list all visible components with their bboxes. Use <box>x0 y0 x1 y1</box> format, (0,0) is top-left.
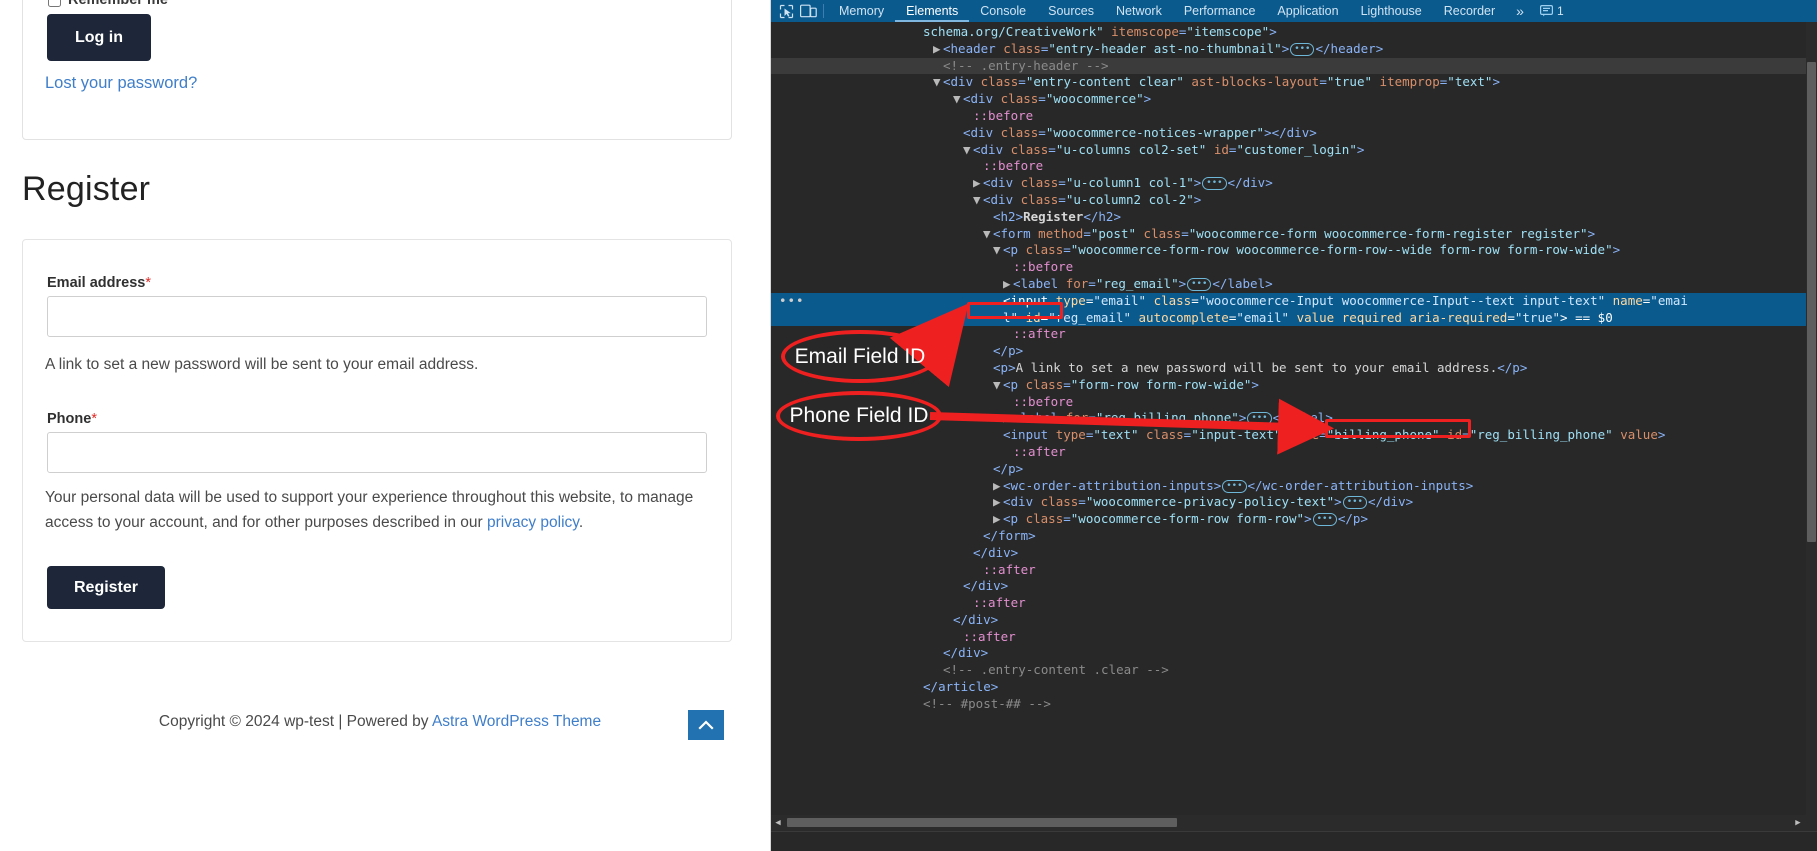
dom-tree[interactable]: schema.org/CreativeWork" itemscope="item… <box>771 22 1817 815</box>
privacy-policy-link[interactable]: privacy policy <box>487 514 579 531</box>
scroll-to-top-button[interactable] <box>688 710 724 740</box>
dom-tree-line[interactable]: schema.org/CreativeWork" itemscope="item… <box>771 24 1817 41</box>
dom-tree-line[interactable]: </p> <box>771 343 1817 360</box>
login-button[interactable]: Log in <box>47 14 151 61</box>
devtools-body: schema.org/CreativeWork" itemscope="item… <box>771 22 1817 815</box>
devtools-tab-recorder[interactable]: Recorder <box>1433 0 1506 22</box>
issues-count: 1 <box>1556 4 1564 18</box>
dom-tree-line[interactable]: </article> <box>771 679 1817 696</box>
astra-theme-link[interactable]: Astra WordPress Theme <box>432 713 601 730</box>
dom-tree-line[interactable]: ::before <box>771 259 1817 276</box>
wordpress-page-panel: Remember me Log in Lost your password? R… <box>0 0 771 851</box>
dom-tree-line[interactable]: ▼ <p class="woocommerce-form-row woocomme… <box>771 242 1817 259</box>
dom-tree-line[interactable]: ::after <box>771 444 1817 461</box>
remember-me-label: Remember me <box>68 0 168 8</box>
devtools-status-bar <box>771 831 1817 851</box>
dom-tree-line[interactable]: ▶ <label for="reg_email"> ••• </label> <box>771 276 1817 293</box>
page-title-register: Register <box>22 170 151 208</box>
hscrollbar-thumb[interactable] <box>787 818 1177 827</box>
screenshot-root: Remember me Log in Lost your password? R… <box>0 0 1817 851</box>
dom-tree-vertical-scrollbar[interactable] <box>1806 22 1817 815</box>
dom-tree-line[interactable]: </form> <box>771 528 1817 545</box>
scroll-right-arrow[interactable]: ▶ <box>1791 815 1805 831</box>
dom-tree-line[interactable]: ▶ <label for="reg_billing_phone"> ••• </lab… <box>771 410 1817 427</box>
devtools-tab-application[interactable]: Application <box>1266 0 1349 22</box>
dom-tree-line[interactable]: ▶ <header class="entry-header ast-no-thum… <box>771 41 1817 58</box>
dom-tree-line[interactable]: ••• <input type="email" class="woocommerc… <box>771 292 1817 310</box>
email-address-input[interactable] <box>47 296 707 337</box>
dom-tree-line[interactable]: ::before <box>771 108 1817 125</box>
dom-tree-line[interactable]: ::after <box>771 326 1817 343</box>
phone-label: Phone* <box>47 411 97 427</box>
toolbar-divider <box>823 4 824 18</box>
devtools-tab-console[interactable]: Console <box>969 0 1037 22</box>
dom-tree-line[interactable]: <!-- .entry-header --> <box>771 57 1817 75</box>
devtools-toolbar: Memory Elements Console Sources Network Perfo… <box>771 0 1817 22</box>
more-tabs-button[interactable]: » <box>1506 3 1534 19</box>
dom-tree-line[interactable]: </div> <box>771 645 1817 662</box>
scrollbar-thumb[interactable] <box>1807 62 1816 542</box>
devtools-panel: Memory Elements Console Sources Network Perfo… <box>771 0 1817 851</box>
privacy-policy-suffix: . <box>578 514 584 532</box>
devtools-tab-performance[interactable]: Performance <box>1173 0 1267 22</box>
dom-tree-horizontal-scrollbar[interactable]: ◀ ▶ <box>771 815 1817 831</box>
privacy-policy-prefix: Your personal data will be used to suppo… <box>45 489 694 532</box>
dom-tree-line[interactable]: l" id="reg_email" autocomplete="email" v… <box>771 309 1817 327</box>
devtools-tab-memory[interactable]: Memory <box>828 0 895 22</box>
dom-tree-line[interactable]: ▼ <div class="u-columns col2-set" id="cus… <box>771 142 1817 159</box>
dom-tree-line[interactable]: ▶ <div class="u-column1 col-1"> ••• </div> <box>771 175 1817 192</box>
remember-me-row: Remember me <box>48 0 168 8</box>
dom-tree-line[interactable]: ::after <box>771 595 1817 612</box>
dom-tree-line[interactable]: ::before <box>771 394 1817 411</box>
phone-input[interactable] <box>47 432 707 473</box>
scroll-left-arrow[interactable]: ◀ <box>771 815 785 831</box>
dom-tree-line[interactable]: </div> <box>771 545 1817 562</box>
register-button[interactable]: Register <box>47 566 165 609</box>
dom-tree-line[interactable]: <p>A link to set a new password will be … <box>771 360 1817 377</box>
dom-tree-line[interactable]: ▶ <wc-order-attribution-inputs> ••• </wc-or… <box>771 478 1817 495</box>
required-marker: * <box>145 275 151 291</box>
dom-tree-line[interactable]: </div> <box>771 612 1817 629</box>
footer-copyright: Copyright © 2024 wp-test | Powered by As… <box>0 713 760 731</box>
dom-tree-line[interactable]: ▼ <div class="entry-content clear" ast-bl… <box>771 74 1817 91</box>
dom-tree-line[interactable]: ▼ <div class="woocommerce"> <box>771 91 1817 108</box>
dom-tree-line[interactable]: <input type="text" class="input-text" na… <box>771 427 1817 444</box>
devtools-tab-sources[interactable]: Sources <box>1037 0 1105 22</box>
inspect-element-icon[interactable] <box>775 2 797 20</box>
dom-tree-line[interactable]: <div class="woocommerce-notices-wrapper"… <box>771 125 1817 142</box>
remember-me-checkbox[interactable] <box>48 0 61 7</box>
dom-tree-line[interactable]: <!-- #post-## --> <box>771 696 1817 713</box>
dom-tree-line[interactable]: </div> <box>771 578 1817 595</box>
required-marker: * <box>91 411 97 427</box>
dom-tree-line[interactable]: ▼ <div class="u-column2 col-2"> <box>771 192 1817 209</box>
dom-tree-line[interactable]: ::before <box>771 158 1817 175</box>
email-address-label: Email address* <box>47 275 151 291</box>
devtools-tab-lighthouse[interactable]: Lighthouse <box>1350 0 1433 22</box>
devtools-tab-bar: Memory Elements Console Sources Network Perfo… <box>828 0 1506 22</box>
copyright-prefix: Copyright © 2024 wp-test | Powered by <box>158 713 432 730</box>
dom-tree-line[interactable]: ::after <box>771 629 1817 646</box>
dom-tree-line[interactable]: ::after <box>771 562 1817 579</box>
lost-password-link[interactable]: Lost your password? <box>45 74 197 93</box>
dom-tree-line[interactable]: <h2>Register</h2> <box>771 209 1817 226</box>
dom-tree-line[interactable]: ▶ <p class="woocommerce-form-row form-row… <box>771 511 1817 528</box>
issues-icon <box>1539 2 1553 21</box>
dom-tree-line[interactable]: <!-- .entry-content .clear --> <box>771 662 1817 679</box>
dom-tree-line[interactable]: ▼ <p class="form-row form-row-wide"> <box>771 377 1817 394</box>
chevron-up-icon <box>698 719 714 731</box>
email-helper-text: A link to set a new password will be sen… <box>45 356 479 373</box>
dom-tree-line[interactable]: ▶ <div class="woocommerce-privacy-policy-… <box>771 494 1817 511</box>
devtools-tab-network[interactable]: Network <box>1105 0 1173 22</box>
dom-tree-line[interactable]: </p> <box>771 461 1817 478</box>
dom-tree-line[interactable]: ▼ <form method="post" class="woocommerce-… <box>771 226 1817 243</box>
issues-indicator[interactable]: 1 <box>1534 2 1570 21</box>
privacy-policy-text: Your personal data will be used to suppo… <box>45 485 717 535</box>
devtools-tab-elements[interactable]: Elements <box>895 0 969 22</box>
device-toolbar-icon[interactable] <box>797 2 819 20</box>
